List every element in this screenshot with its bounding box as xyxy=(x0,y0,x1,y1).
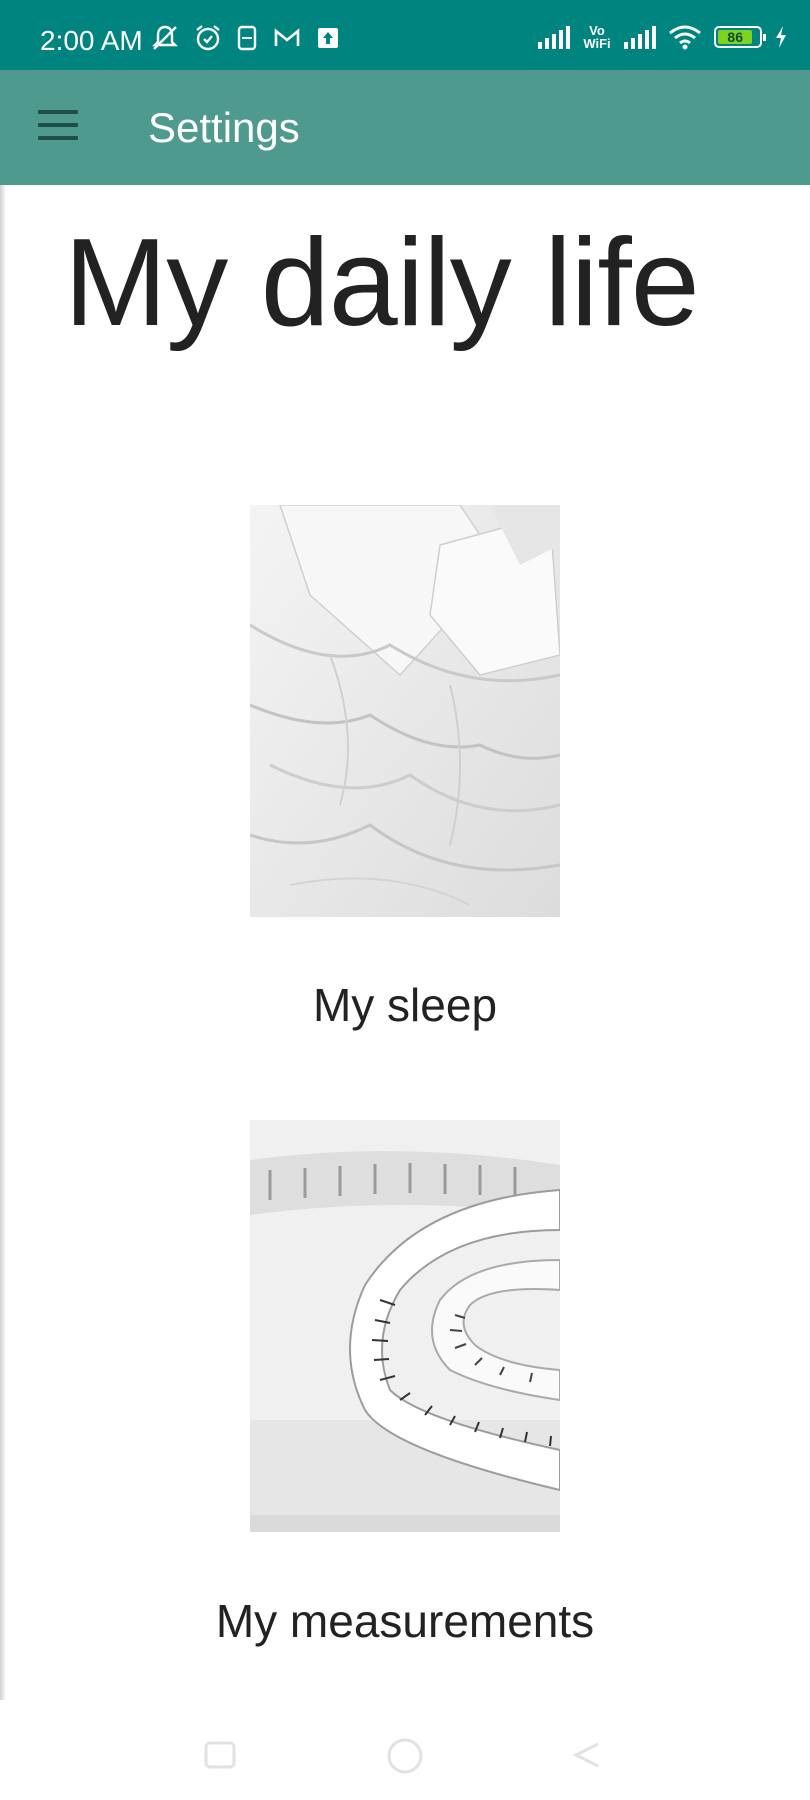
drawer-edge xyxy=(0,185,6,1700)
app-bar: Settings xyxy=(0,70,810,185)
sleep-card[interactable] xyxy=(250,505,560,917)
upload-icon xyxy=(318,28,338,48)
signal-icon-2 xyxy=(624,25,656,49)
hamburger-menu-icon[interactable] xyxy=(38,110,78,142)
navigation-bar xyxy=(0,1700,810,1800)
status-bar: 2:00 AM Vo WiFi 86 xyxy=(0,0,810,70)
status-left-icons xyxy=(150,24,340,52)
notifications-muted-icon xyxy=(152,25,178,50)
page-title: My daily life xyxy=(64,214,700,352)
battery-icon: 86 xyxy=(714,26,766,48)
vowifi-label: Vo WiFi xyxy=(583,23,611,51)
charging-icon xyxy=(776,26,786,48)
recent-apps-icon[interactable] xyxy=(203,1740,237,1770)
signal-icon xyxy=(538,25,570,49)
tape-measure-photo xyxy=(250,1120,560,1532)
app-bar-title: Settings xyxy=(148,104,300,151)
battery-level: 86 xyxy=(718,30,753,44)
gmail-icon xyxy=(274,28,300,46)
status-time: 2:00 AM xyxy=(40,25,143,56)
wifi-icon xyxy=(669,25,701,50)
status-right-icons: Vo WiFi 86 xyxy=(538,24,788,50)
bed-sheets-photo xyxy=(250,505,560,917)
back-icon[interactable] xyxy=(570,1740,604,1770)
measurements-card[interactable] xyxy=(250,1120,560,1532)
alarm-icon xyxy=(196,25,220,51)
measurements-label[interactable]: My measurements xyxy=(0,1594,810,1648)
sim-icon xyxy=(237,25,257,51)
home-icon[interactable] xyxy=(385,1736,425,1776)
sleep-label[interactable]: My sleep xyxy=(0,978,810,1032)
